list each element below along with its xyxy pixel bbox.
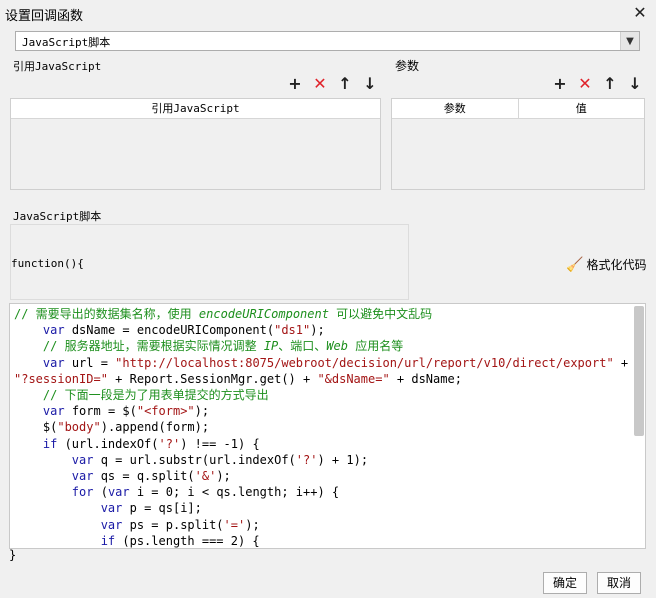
add-icon[interactable]: + <box>286 75 304 93</box>
js-ref-column-header: 引用JavaScript <box>151 102 240 115</box>
js-ref-table[interactable]: 引用JavaScript <box>10 98 381 190</box>
function-signature: function(){ <box>11 257 84 270</box>
broom-icon: 🧹 <box>566 256 584 273</box>
format-code-label: 格式化代码 <box>586 258 647 272</box>
dialog-title: 设置回调函数 <box>5 9 84 24</box>
code-line: $("body").append(form); <box>14 420 210 435</box>
js-ref-label: 引用JavaScript <box>13 60 102 73</box>
code-line: if (url.indexOf('?') !== -1) { <box>42 436 260 451</box>
script-label: JavaScript脚本 <box>13 210 102 223</box>
chevron-down-icon[interactable]: ▼ <box>620 32 639 50</box>
param-value-header: 值 <box>517 99 645 118</box>
closing-brace: } <box>9 548 17 562</box>
ok-button[interactable]: 确定 <box>543 572 587 594</box>
param-up-icon[interactable]: ↑ <box>601 75 619 93</box>
code-line: var ps = p.split('='); <box>100 517 260 532</box>
arrow-up-icon[interactable]: ↑ <box>336 75 354 93</box>
code-editor[interactable]: // 需要导出的数据集名称，使用 encodeURIComponent 可以避免… <box>9 303 646 549</box>
code-line: var dsName = encodeURIComponent("ds1"); <box>42 323 325 338</box>
code-line: // 下面一段是为了用表单提交的方式导出 <box>42 388 269 403</box>
delete-icon[interactable]: ✕ <box>311 75 329 93</box>
code-line: // 需要导出的数据集名称，使用 encodeURIComponent 可以避免… <box>14 307 433 321</box>
code-content[interactable]: // 需要导出的数据集名称，使用 encodeURIComponent 可以避免… <box>14 306 629 548</box>
code-line: if (ps.length === 2) { <box>100 533 260 548</box>
editor-scrollbar[interactable] <box>634 306 644 436</box>
code-line: "?sessionID=" + Report.SessionMgr.get() … <box>14 371 462 386</box>
delete-param-icon[interactable]: ✕ <box>576 75 594 93</box>
param-name-header: 参数 <box>443 102 466 115</box>
param-down-icon[interactable]: ↓ <box>626 75 644 93</box>
close-icon[interactable]: ✕ <box>632 3 648 22</box>
script-type-select[interactable]: JavaScript脚本 ▼ <box>15 31 640 51</box>
code-line: var q = url.substr(url.indexOf('?') + 1)… <box>71 452 369 467</box>
params-label: 参数 <box>395 59 420 73</box>
format-code-button[interactable]: 🧹 格式化代码 <box>566 256 646 273</box>
code-line: var url = "http://localhost:8075/webroot… <box>42 355 629 370</box>
cancel-button[interactable]: 取消 <box>597 572 641 594</box>
params-table[interactable]: 参数 值 <box>391 98 645 190</box>
code-line: for (var i = 0; i < qs.length; i++) { <box>71 485 340 500</box>
add-param-icon[interactable]: + <box>551 75 569 93</box>
arrow-down-icon[interactable]: ↓ <box>361 75 379 93</box>
code-line: var form = $("<form>"); <box>42 404 210 419</box>
code-line: // 服务器地址，需要根据实际情况调整 IP、端口、Web 应用名等 <box>42 339 404 354</box>
code-line: var p = qs[i]; <box>100 501 202 516</box>
code-line: var qs = q.split('&'); <box>71 469 231 484</box>
script-type-value: JavaScript脚本 <box>22 36 111 49</box>
